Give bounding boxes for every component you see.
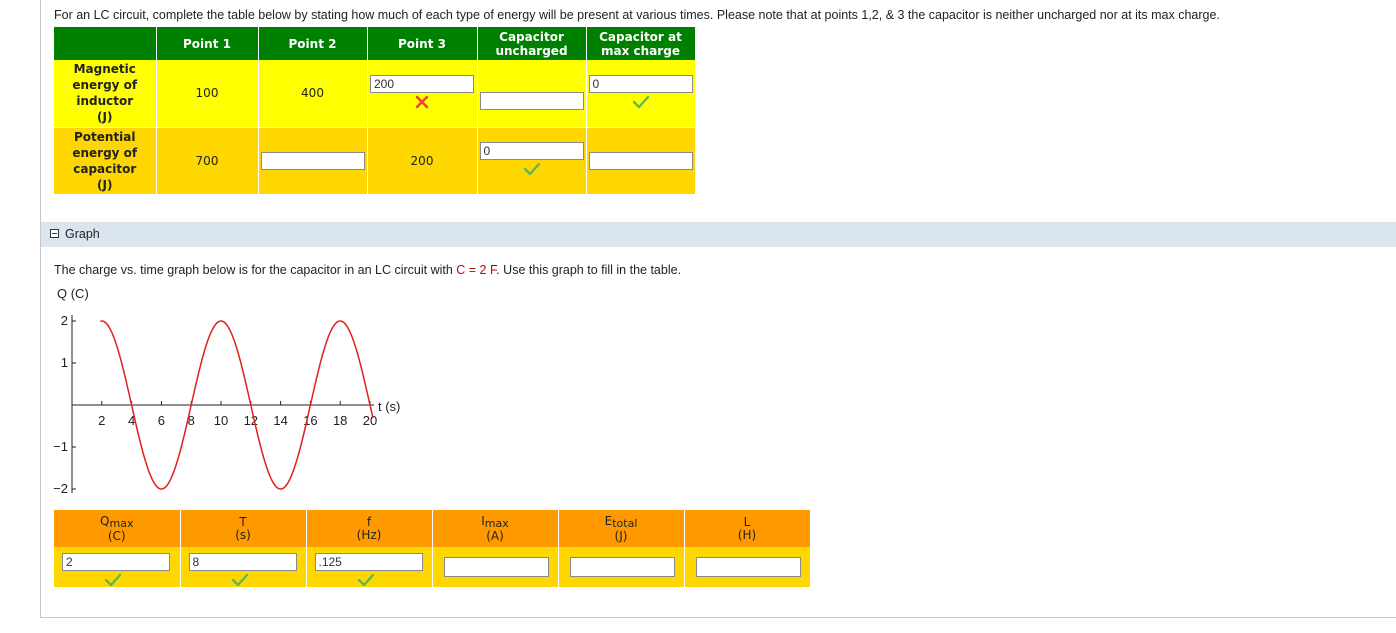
header-capacitor-max-charge: Capacitor at max charge [586, 27, 696, 60]
potential-max-charge-input[interactable] [588, 151, 693, 170]
capacitance-value: C = 2 F [456, 263, 497, 277]
y-tick-label: −2 [53, 481, 68, 496]
magnetic-point-1-value: 100 [156, 60, 259, 128]
potential-point-3-value: 200 [367, 127, 478, 195]
etotal-cell [558, 547, 685, 587]
header-imax: Imax (A) [432, 510, 559, 547]
header-point-1: Point 1 [156, 27, 259, 60]
results-table: Qmax (C) T (s) f (Hz) Imax (A) Etotal (J) L (H… [54, 510, 811, 587]
header-period: T (s) [180, 510, 307, 547]
check-icon [357, 573, 375, 590]
graph-section-title: Graph [65, 227, 100, 241]
row-label-magnetic-text: Magnetic energy of inductor (J) [72, 62, 138, 125]
x-tick-label: 6 [158, 413, 165, 428]
potential-max-charge-cell [586, 127, 696, 195]
qmax-input[interactable] [62, 553, 170, 571]
magnetic-uncharged-cell [477, 60, 587, 128]
header-period-unit: (s) [235, 527, 251, 542]
potential-point-1-value: 700 [156, 127, 259, 195]
header-frequency-symbol: f [366, 514, 372, 529]
header-point-2: Point 2 [258, 27, 368, 60]
header-inductance-unit: (H) [737, 527, 757, 542]
potential-uncharged-cell [477, 127, 587, 195]
period-input[interactable] [188, 553, 297, 571]
collapse-toggle-icon[interactable] [50, 229, 59, 238]
graph-section-header[interactable]: Graph [41, 222, 1396, 247]
table-row-magnetic: Magnetic energy of inductor (J) 100 400 [54, 60, 696, 128]
imax-cell [432, 547, 559, 587]
header-frequency-unit: (Hz) [356, 527, 382, 542]
header-period-symbol: T [239, 514, 247, 529]
header-inductance-symbol: L [743, 514, 751, 529]
inductance-cell [684, 547, 811, 587]
header-qmax-unit: (C) [107, 528, 126, 543]
header-capacitor-uncharged: Capacitor uncharged [477, 27, 587, 60]
header-capacitor-max-charge-label: Capacitor at max charge [599, 29, 682, 58]
x-axis-title: t (s) [378, 399, 400, 414]
check-icon [231, 573, 249, 590]
header-inductance: L (H) [684, 510, 811, 547]
row-label-magnetic: Magnetic energy of inductor (J) [54, 60, 157, 128]
check-icon [632, 95, 650, 112]
row-label-potential-text: Potential energy of capacitor (J) [72, 129, 138, 192]
y-axis-title: Q (C) [57, 286, 89, 301]
x-tick-label: 14 [273, 413, 287, 428]
inductance-input[interactable] [695, 557, 801, 577]
graph-description: The charge vs. time graph below is for t… [54, 263, 681, 277]
header-imax-unit: (A) [486, 528, 504, 543]
header-qmax: Qmax (C) [54, 510, 181, 547]
check-icon [523, 162, 541, 179]
frequency-cell [306, 547, 433, 590]
graph-description-end: . Use this graph to fill in the table. [496, 263, 682, 277]
cross-icon [415, 95, 429, 112]
results-input-row [54, 547, 811, 590]
x-tick-label: 10 [214, 413, 228, 428]
check-icon [104, 573, 122, 590]
magnetic-max-charge-cell [586, 60, 696, 128]
charge-time-graph: Q (C) 21−1−2 2 4 6 8 10 12 14 16 18 20 t (s) [53, 286, 400, 496]
instructions-text: For an LC circuit, complete the table be… [54, 8, 1220, 22]
graph-description-text: The charge vs. time graph below is for t… [54, 263, 457, 277]
energy-header-corner [54, 27, 157, 60]
magnetic-point-3-cell [367, 60, 478, 128]
period-cell [180, 547, 307, 590]
bottom-border [40, 617, 1396, 618]
magnetic-max-charge-input[interactable] [588, 74, 693, 93]
header-capacitor-uncharged-label: Capacitor uncharged [495, 29, 568, 58]
qmax-cell [54, 547, 181, 590]
frequency-input[interactable] [314, 553, 423, 571]
potential-point-2-input[interactable] [260, 151, 365, 170]
x-tick-label: 2 [98, 413, 105, 428]
magnetic-uncharged-input[interactable] [479, 91, 584, 110]
energy-table: Point 1 Point 2 Point 3 Capacitor unchar… [54, 27, 696, 195]
y-tick-label: −1 [53, 439, 68, 454]
header-etotal: Etotal (J) [558, 510, 685, 547]
potential-uncharged-input[interactable] [479, 142, 584, 160]
magnetic-point-2-value: 400 [258, 60, 368, 128]
header-point-3: Point 3 [367, 27, 478, 60]
header-frequency: f (Hz) [306, 510, 433, 547]
row-label-potential: Potential energy of capacitor (J) [54, 127, 157, 195]
etotal-input[interactable] [569, 557, 675, 577]
header-etotal-unit: (J) [614, 528, 628, 543]
potential-point-2-cell [258, 127, 368, 195]
x-tick-label: 18 [333, 413, 347, 428]
magnetic-point-3-input[interactable] [370, 74, 474, 93]
imax-input[interactable] [443, 557, 549, 577]
y-tick-label: 2 [61, 313, 68, 328]
y-tick-label: 1 [61, 355, 68, 370]
x-tick-label: 20 [363, 413, 377, 428]
table-row-potential: Potential energy of capacitor (J) 700 20… [54, 127, 696, 195]
